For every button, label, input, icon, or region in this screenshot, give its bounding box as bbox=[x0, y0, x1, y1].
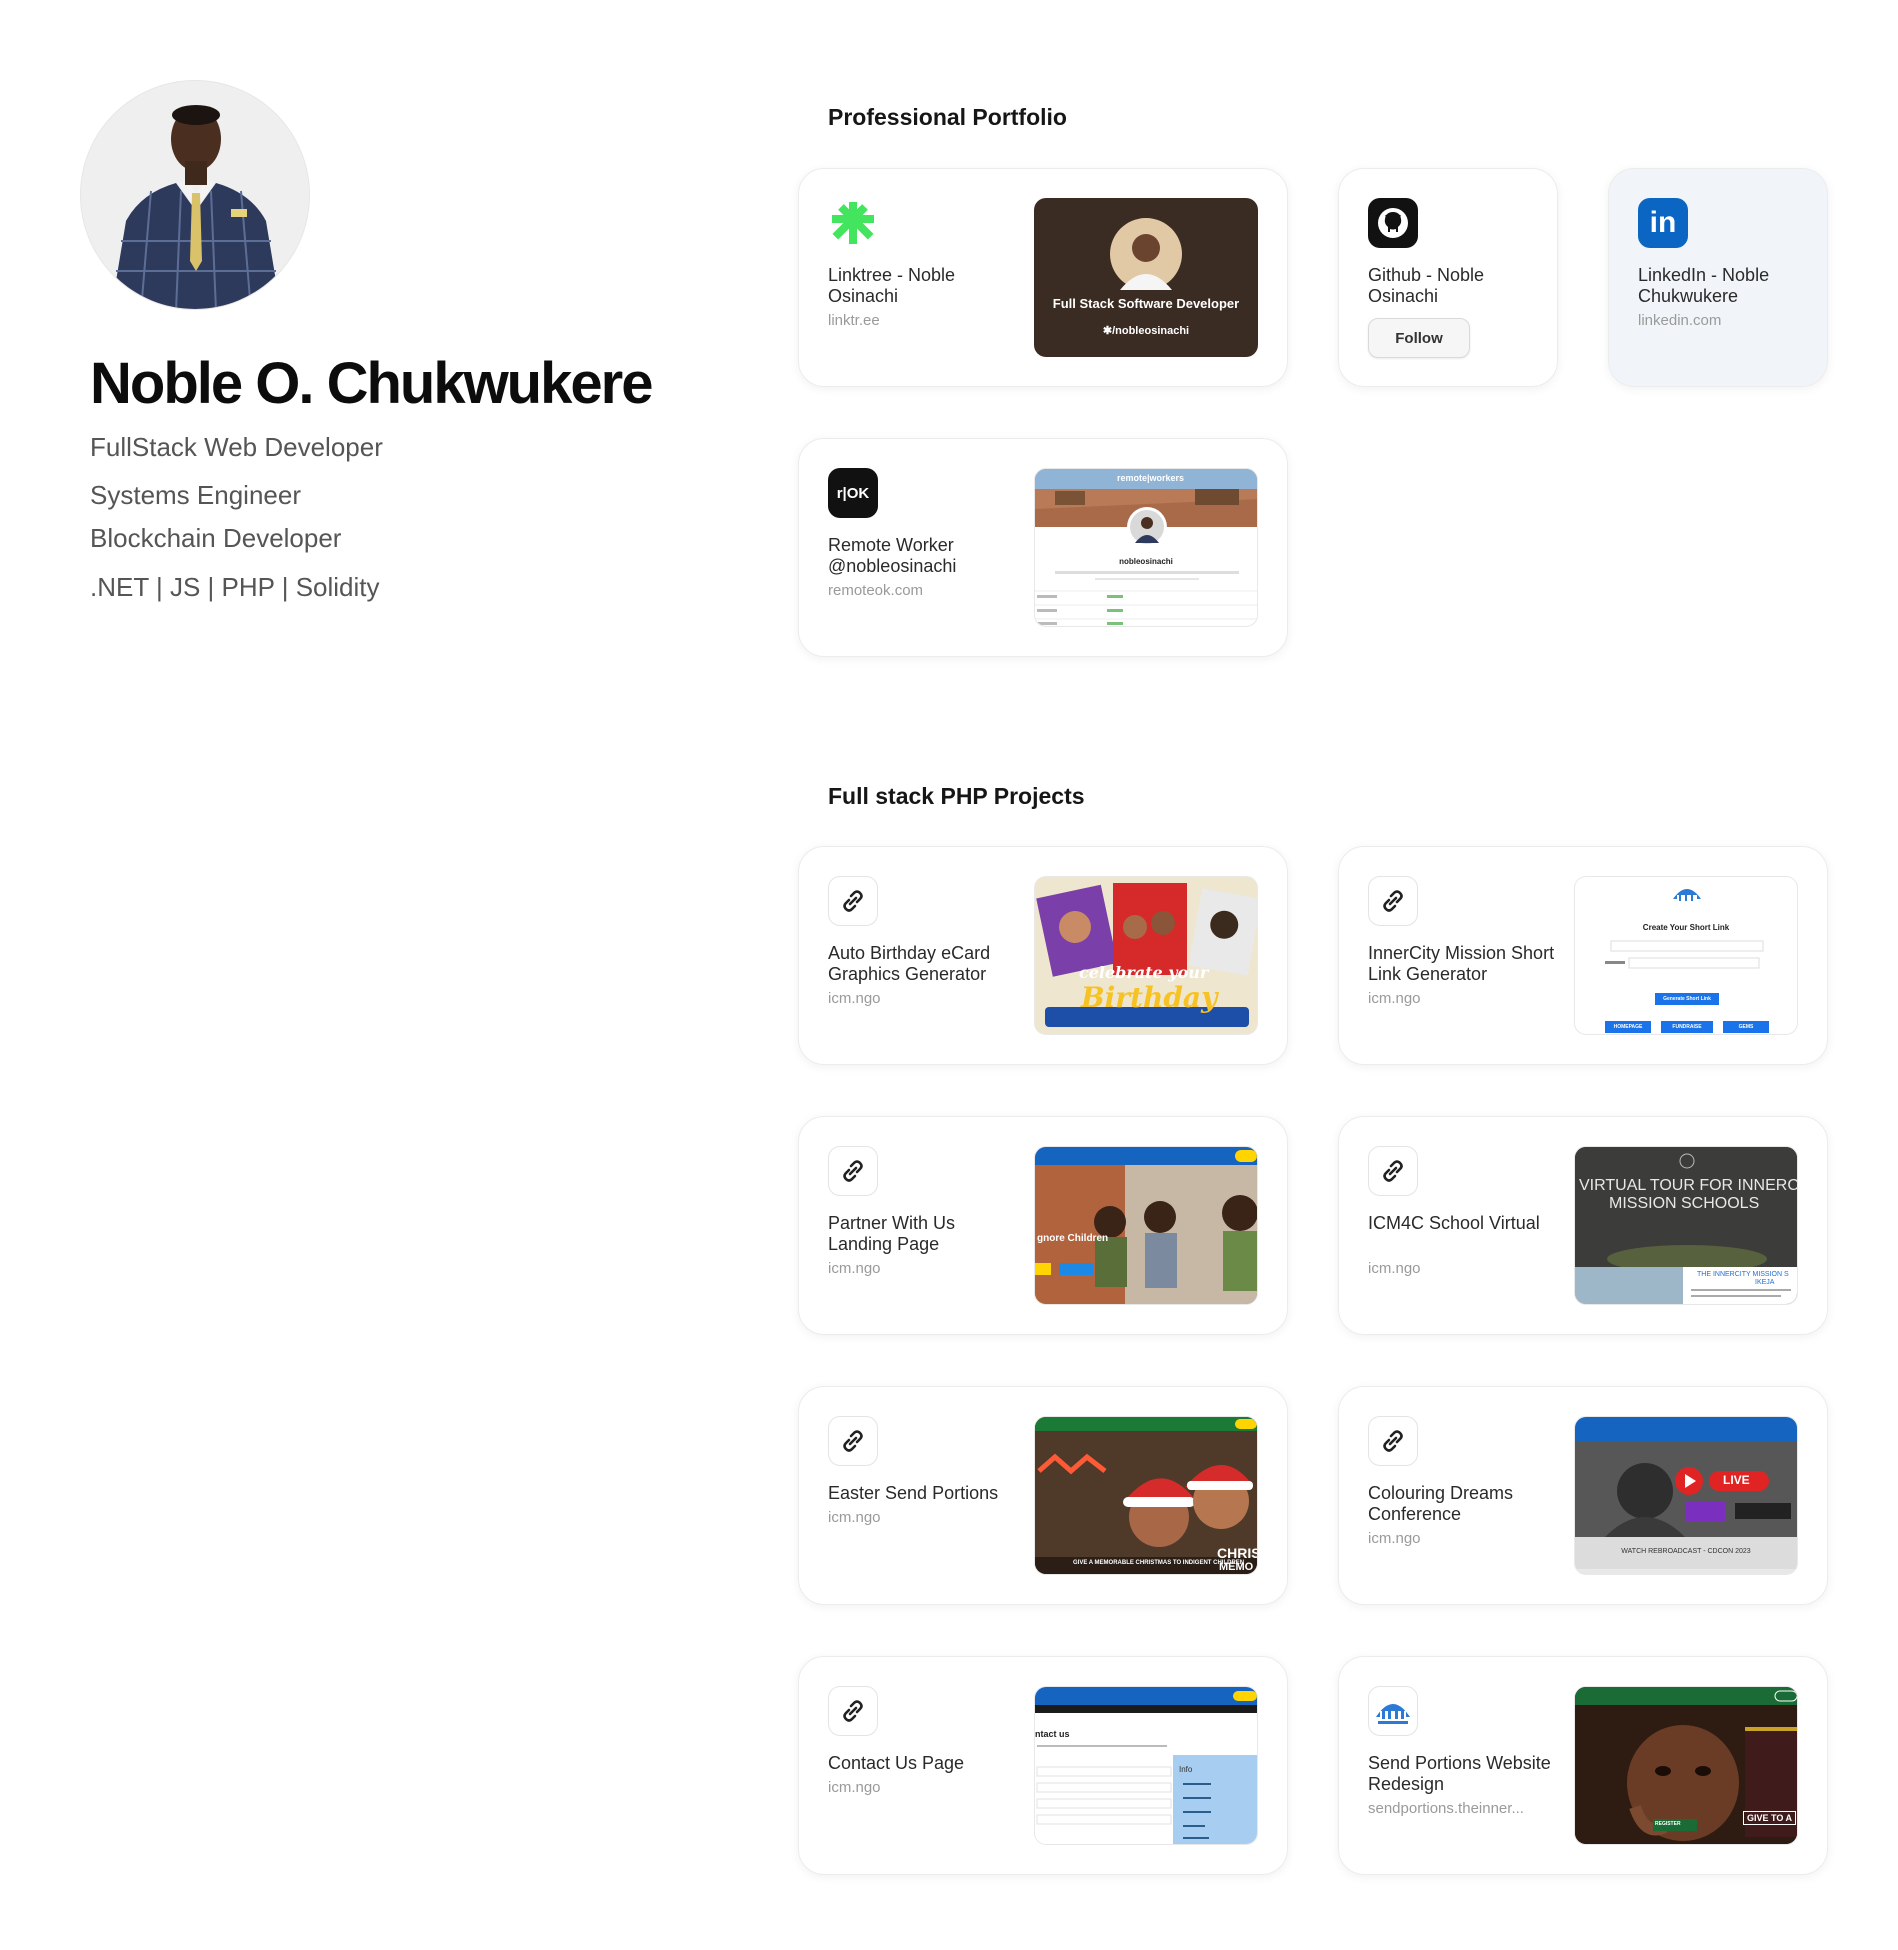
card-title: ICM4C School Virtual bbox=[1368, 1213, 1540, 1233]
generate-short-link-button: Generate Short Link bbox=[1655, 993, 1719, 1005]
icm4c-hero-line-2: MISSION SCHOOLS bbox=[1609, 1195, 1760, 1212]
card-project-icm4c-virtual[interactable]: ICM4C School Virtual icm.ngo VIRTUAL TOU… bbox=[1338, 1116, 1828, 1335]
github-icon bbox=[1368, 198, 1418, 248]
card-project-colouring-dreams[interactable]: Colouring Dreams Conference icm.ngo LIVE… bbox=[1338, 1386, 1828, 1605]
card-project-partner-with-us[interactable]: Partner With Us Landing Page icm.ngo gno… bbox=[798, 1116, 1288, 1335]
profile-name: Noble O. Chukwukere bbox=[90, 351, 653, 416]
gems-button: GEMS bbox=[1723, 1021, 1769, 1033]
linktree-preview-headline: Full Stack Software Developer bbox=[1052, 296, 1240, 311]
give-to-a-button: GIVE TO A bbox=[1743, 1811, 1797, 1825]
profile-avatar bbox=[80, 80, 310, 310]
section-title-portfolio: Professional Portfolio bbox=[828, 104, 1067, 130]
remoteok-username: nobleosinachi bbox=[1119, 557, 1173, 566]
card-title: Contact Us Page bbox=[828, 1753, 965, 1773]
remoteok-banner-text: remote|workers bbox=[1117, 473, 1185, 483]
homepage-button: HOMEPAGE bbox=[1605, 1021, 1651, 1033]
card-title: Easter Send Portions bbox=[828, 1483, 999, 1503]
card-domain: linkedin.com bbox=[1638, 312, 1722, 329]
card-domain: icm.ngo bbox=[828, 1509, 881, 1526]
card-domain: icm.ngo bbox=[1368, 1530, 1421, 1547]
rebroadcast-label: WATCH REBROADCAST - CDCON 2023 bbox=[1621, 1548, 1751, 1555]
remoteok-table bbox=[1035, 571, 1257, 625]
partner-hero-text: gnore Children bbox=[1037, 1233, 1109, 1244]
contact-us-form bbox=[1035, 1687, 1257, 1844]
card-title: Linktree - Noble Osinachi bbox=[828, 265, 956, 306]
bio-stack: .NET | JS | PHP | Solidity bbox=[90, 572, 380, 602]
link-icon bbox=[828, 876, 878, 926]
card-title: Auto Birthday eCard Graphics Generator bbox=[828, 943, 991, 984]
card-project-short-link[interactable]: InnerCity Mission Short Link Generator i… bbox=[1338, 846, 1828, 1065]
easter-side-text-1: CHRIS bbox=[1217, 1545, 1258, 1561]
icm4c-subtitle-1: THE INNERCITY MISSION S bbox=[1697, 1271, 1789, 1278]
bio-role-3: Blockchain Developer bbox=[90, 523, 342, 553]
icm4c-preview: VIRTUAL TOUR FOR INNERC MISSION SCHOOLS … bbox=[1574, 1146, 1798, 1305]
card-linktree[interactable]: Linktree - Noble Osinachi linktr.ee Full… bbox=[798, 168, 1288, 387]
birthday-ecard-preview: celebrate your Birthday bbox=[1034, 876, 1258, 1035]
card-title: Github - Noble Osinachi bbox=[1368, 265, 1485, 306]
remoteok-avatar bbox=[1127, 507, 1167, 547]
birthday-tagline: celebrate your bbox=[1079, 963, 1209, 982]
contact-us-preview: ntact us Info bbox=[1034, 1686, 1258, 1845]
bio-role-1: FullStack Web Developer bbox=[90, 432, 383, 462]
live-badge: LIVE bbox=[1723, 1473, 1750, 1487]
linkedin-icon: in bbox=[1638, 198, 1688, 248]
card-remoteok[interactable]: r|OK Remote Worker @nobleosinachi remote… bbox=[798, 438, 1288, 657]
section-title-php-projects: Full stack PHP Projects bbox=[828, 783, 1085, 809]
card-project-contact-us[interactable]: Contact Us Page icm.ngo ntact us Info bbox=[798, 1656, 1288, 1875]
card-project-easter-send-portions[interactable]: Easter Send Portions icm.ngo GIVE A MEMO… bbox=[798, 1386, 1288, 1605]
github-follow-button[interactable]: Follow bbox=[1368, 318, 1470, 358]
remoteok-icon: r|OK bbox=[828, 468, 878, 518]
partner-preview: gnore Children bbox=[1034, 1146, 1258, 1305]
card-domain: icm.ngo bbox=[1368, 1260, 1421, 1277]
card-title: Remote Worker @nobleosinachi bbox=[828, 535, 957, 576]
link-icon bbox=[1368, 1146, 1418, 1196]
card-title: Send Portions Website Redesign bbox=[1368, 1753, 1551, 1794]
avatar-portrait bbox=[81, 81, 309, 309]
linktree-preview: Full Stack Software Developer ✱/nobleosi… bbox=[1034, 198, 1258, 357]
linktree-icon bbox=[828, 198, 878, 248]
icm4c-hero-line-1: VIRTUAL TOUR FOR INNERC bbox=[1579, 1177, 1798, 1194]
contact-info-heading: Info bbox=[1179, 1765, 1193, 1774]
fundraise-button: FUNDRAISE bbox=[1661, 1021, 1713, 1033]
easter-preview: GIVE A MEMORABLE CHRISTMAS TO INDIGENT C… bbox=[1034, 1416, 1258, 1575]
linktree-preview-handle: ✱/nobleosinachi bbox=[1102, 325, 1190, 337]
partner-hero-image bbox=[1035, 1147, 1257, 1304]
link-icon bbox=[1368, 1416, 1418, 1466]
easter-side-text-2: MEMO bbox=[1219, 1561, 1254, 1573]
send-portions-preview: GIVE TO A REGISTER bbox=[1574, 1686, 1798, 1845]
link-icon bbox=[828, 1146, 878, 1196]
card-project-send-portions-redesign[interactable]: Send Portions Website Redesign sendporti… bbox=[1338, 1656, 1828, 1875]
link-icon bbox=[828, 1416, 878, 1466]
link-icon bbox=[1368, 876, 1418, 926]
send-portions-logo-icon bbox=[1368, 1686, 1418, 1736]
card-linkedin[interactable]: in LinkedIn - Noble Chukwukere linkedin.… bbox=[1608, 168, 1828, 387]
short-link-preview: Create Your Short Link Generate Short Li… bbox=[1574, 876, 1798, 1035]
card-project-birthday-ecard[interactable]: Auto Birthday eCard Graphics Generator i… bbox=[798, 846, 1288, 1065]
colouring-dreams-preview: LIVE WATCH REBROADCAST - CDCON 2023 bbox=[1574, 1416, 1798, 1575]
icm4c-subtitle-2: IKEJA bbox=[1755, 1279, 1775, 1286]
remoteok-preview: remote|workers nobleosinachi bbox=[1034, 468, 1258, 627]
bio-role-2: Systems Engineer bbox=[90, 480, 301, 510]
short-link-heading: Create Your Short Link bbox=[1642, 923, 1730, 932]
card-github[interactable]: Github - Noble Osinachi Follow bbox=[1338, 168, 1558, 387]
card-domain: sendportions.theinner... bbox=[1368, 1800, 1524, 1817]
linktree-avatar bbox=[1110, 218, 1182, 290]
link-icon bbox=[828, 1686, 878, 1736]
card-domain: icm.ngo bbox=[828, 990, 881, 1007]
card-title: Colouring Dreams Conference bbox=[1368, 1483, 1514, 1524]
card-domain: icm.ngo bbox=[828, 1779, 881, 1796]
register-button: REGISTER bbox=[1655, 1821, 1681, 1827]
card-title: Partner With Us Landing Page bbox=[828, 1213, 956, 1254]
icm-logo-icon bbox=[1673, 889, 1701, 901]
card-domain: remoteok.com bbox=[828, 582, 924, 599]
contact-us-heading: ntact us bbox=[1035, 1729, 1070, 1739]
short-link-form bbox=[1605, 940, 1764, 969]
card-domain: icm.ngo bbox=[828, 1260, 881, 1277]
card-domain: linktr.ee bbox=[828, 312, 880, 329]
birthday-heading: Birthday bbox=[1081, 981, 1218, 1014]
card-title: LinkedIn - Noble Chukwukere bbox=[1638, 265, 1770, 306]
card-title: InnerCity Mission Short Link Generator bbox=[1368, 943, 1555, 984]
card-domain: icm.ngo bbox=[1368, 990, 1421, 1007]
